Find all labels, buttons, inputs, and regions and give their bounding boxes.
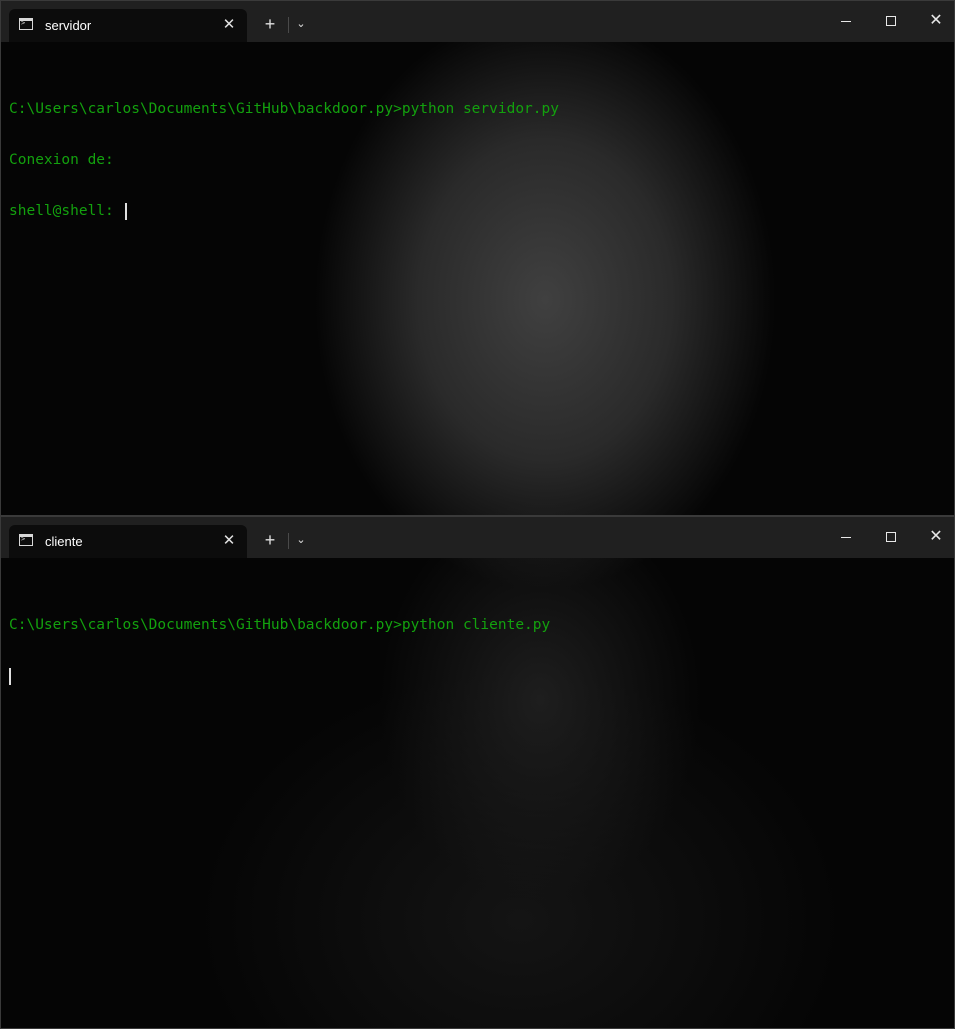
new-tab-button[interactable]: + bbox=[259, 13, 281, 35]
tab-title: cliente bbox=[45, 534, 83, 549]
tab-title: servidor bbox=[45, 18, 92, 33]
terminal-prompt-line bbox=[9, 668, 939, 685]
close-icon: ✕ bbox=[929, 528, 943, 545]
terminal-window-servidor: servidor ✕ + ⌄ ✕ C:\Users\carlos\Documen… bbox=[0, 0, 955, 516]
chevron-down-icon[interactable]: ⌄ bbox=[291, 529, 311, 551]
tab-close-icon[interactable]: ✕ bbox=[219, 15, 239, 35]
terminal-icon bbox=[19, 18, 33, 30]
chevron-down-icon[interactable]: ⌄ bbox=[291, 13, 311, 35]
terminal-icon bbox=[19, 534, 33, 546]
title-bar: servidor ✕ + ⌄ ✕ bbox=[1, 1, 954, 42]
terminal-line: C:\Users\carlos\Documents\GitHub\backdoo… bbox=[9, 617, 551, 633]
tab-cliente[interactable]: cliente ✕ bbox=[9, 525, 247, 558]
terminal-window-cliente: cliente ✕ + ⌄ ✕ C:\Users\carlos\Document… bbox=[0, 516, 955, 1029]
terminal-output[interactable]: C:\Users\carlos\Documents\GitHub\backdoo… bbox=[9, 67, 939, 254]
minimize-icon bbox=[841, 537, 851, 538]
close-window-button[interactable]: ✕ bbox=[913, 1, 954, 41]
minimize-button[interactable] bbox=[823, 517, 869, 557]
text-cursor bbox=[9, 668, 11, 685]
prompt-text: shell@shell: bbox=[9, 203, 123, 219]
tab-divider bbox=[288, 17, 289, 33]
maximize-icon bbox=[886, 532, 896, 542]
close-window-button[interactable]: ✕ bbox=[913, 517, 954, 557]
tab-close-icon[interactable]: ✕ bbox=[219, 531, 239, 551]
text-cursor bbox=[124, 203, 127, 220]
tab-divider bbox=[288, 533, 289, 549]
maximize-button[interactable] bbox=[868, 1, 914, 41]
terminal-line: C:\Users\carlos\Documents\GitHub\backdoo… bbox=[9, 101, 559, 117]
maximize-button[interactable] bbox=[868, 517, 914, 557]
close-icon: ✕ bbox=[929, 12, 943, 29]
minimize-button[interactable] bbox=[823, 1, 869, 41]
maximize-icon bbox=[886, 16, 896, 26]
tab-servidor[interactable]: servidor ✕ bbox=[9, 9, 247, 42]
terminal-prompt-line: shell@shell: bbox=[9, 203, 939, 220]
title-bar: cliente ✕ + ⌄ ✕ bbox=[1, 517, 954, 558]
new-tab-button[interactable]: + bbox=[259, 529, 281, 551]
terminal-line: Conexion de: bbox=[9, 152, 114, 168]
minimize-icon bbox=[841, 21, 851, 22]
terminal-output[interactable]: C:\Users\carlos\Documents\GitHub\backdoo… bbox=[9, 583, 939, 719]
